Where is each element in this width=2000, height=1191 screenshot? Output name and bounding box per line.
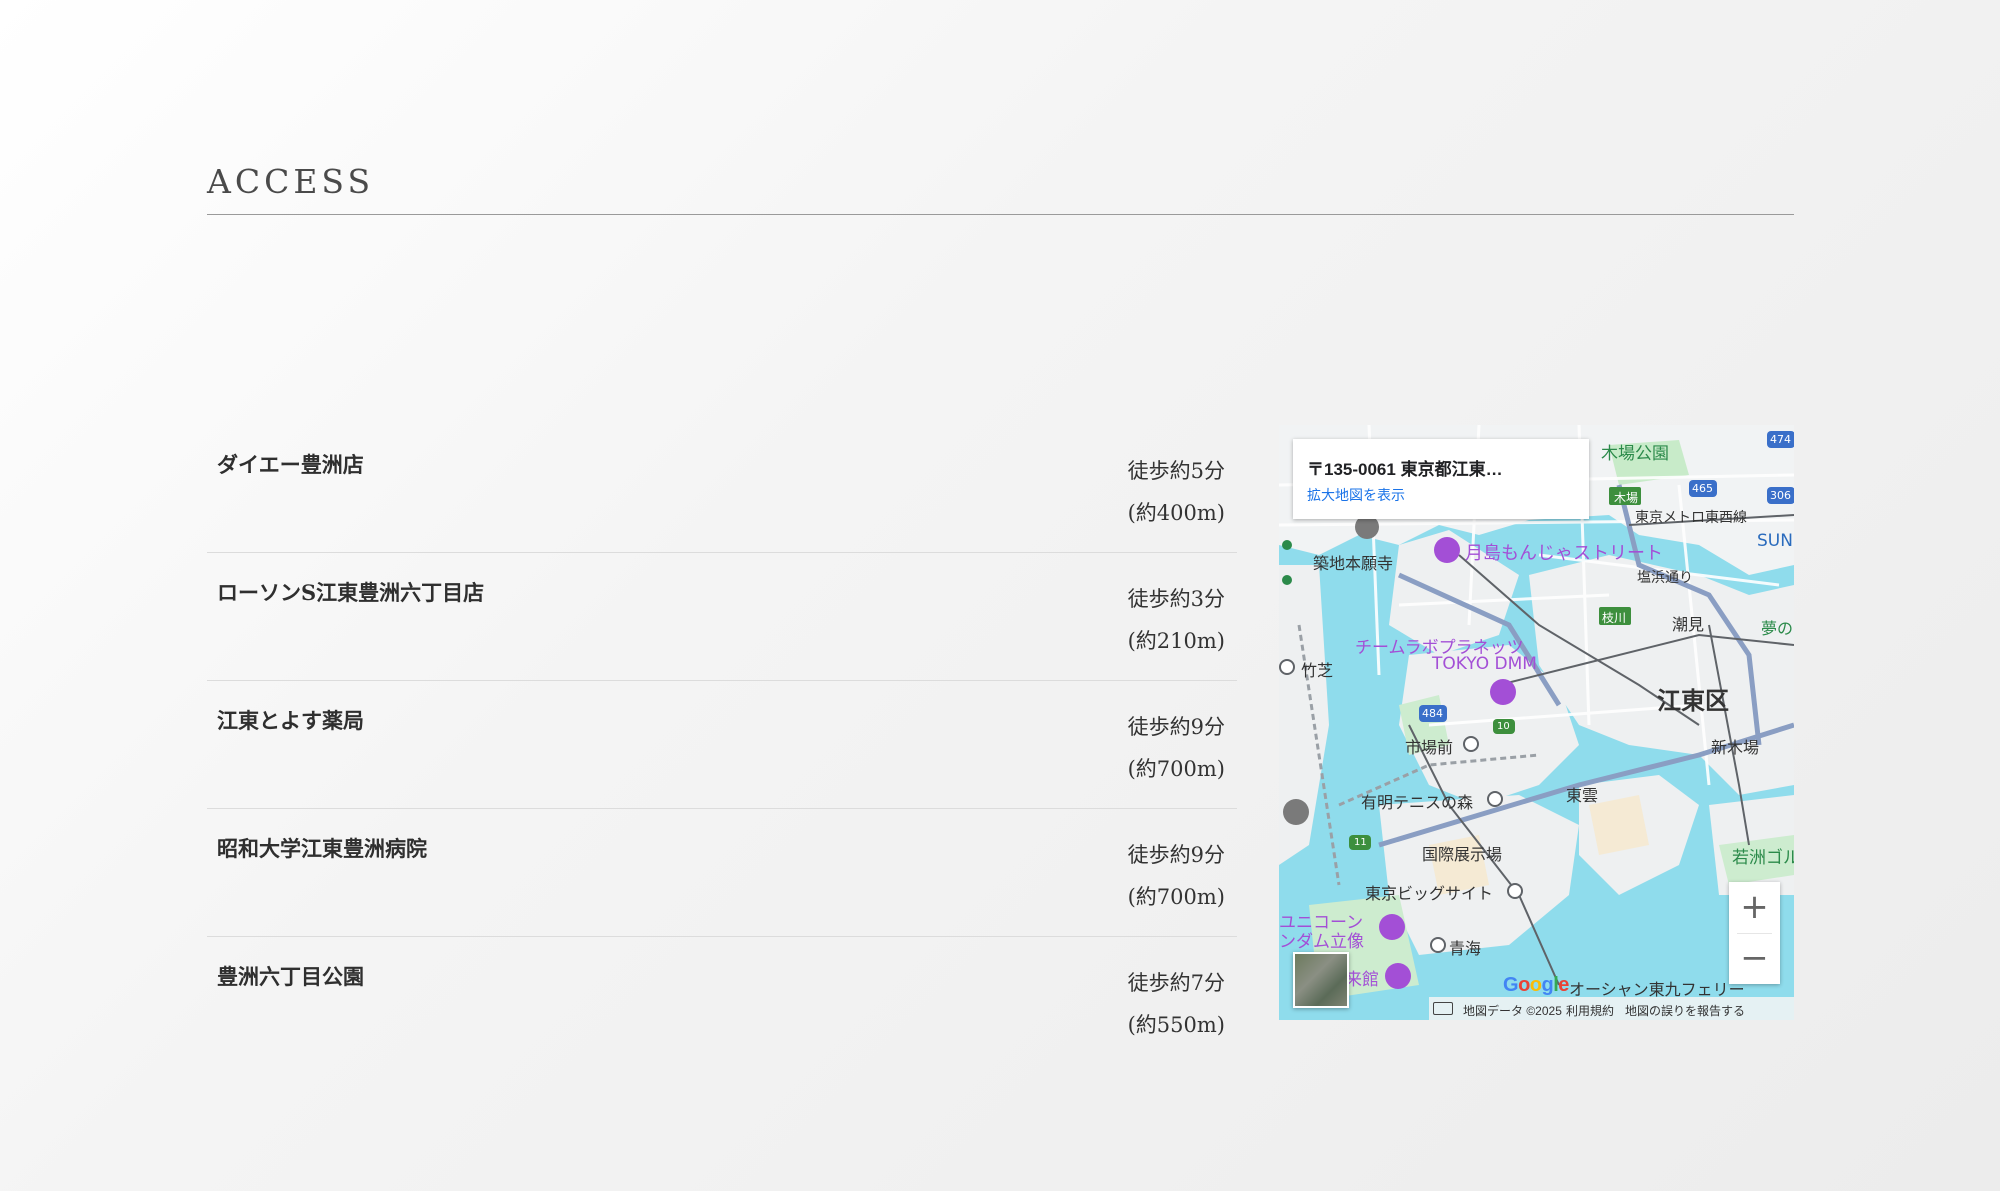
satellite-layer-toggle[interactable] <box>1293 952 1349 1008</box>
zoom-out-button[interactable]: − <box>1729 933 1780 984</box>
place-name: ローソンS江東豊洲六丁目店 <box>217 580 485 605</box>
access-list: ダイエー豊洲店 徒歩約5分 (約400m) ローソンS江東豊洲六丁目店 徒歩約3… <box>207 425 1237 1065</box>
route-shield: 474 <box>1770 433 1791 446</box>
place-name: ダイエー豊洲店 <box>217 452 364 477</box>
map-label: 夢の <box>1761 619 1794 638</box>
view-larger-map-link[interactable]: 拡大地図を表示 <box>1307 485 1405 505</box>
walk-time: 徒歩約3分 <box>1127 587 1225 611</box>
walk-time: 徒歩約7分 <box>1127 971 1225 995</box>
map-label: 木場 <box>1614 491 1639 505</box>
map-label: TOKYO DMM <box>1432 654 1537 674</box>
google-logo-letter: g <box>1541 974 1554 996</box>
map-footer: 地図データ ©2025 利用規約 地図の誤りを報告する <box>1429 997 1794 1020</box>
walk-info: 徒歩約5分 (約400m) <box>1128 450 1225 534</box>
place-name: 豊洲六丁目公園 <box>217 964 364 989</box>
map-label: 新木場 <box>1711 738 1760 757</box>
walk-info: 徒歩約9分 (約700m) <box>1128 834 1225 918</box>
walk-distance: (約400m) <box>1127 501 1225 525</box>
list-item: 豊洲六丁目公園 徒歩約7分 (約550m) <box>207 937 1237 1065</box>
walk-time: 徒歩約9分 <box>1127 715 1225 739</box>
walk-info: 徒歩約7分 (約550m) <box>1128 962 1225 1046</box>
route-shield: 10 <box>1497 721 1510 732</box>
terms-link[interactable]: 利用規約 <box>1566 1002 1614 1019</box>
walk-time: 徒歩約9分 <box>1127 843 1225 867</box>
list-item: ダイエー豊洲店 徒歩約5分 (約400m) <box>207 425 1237 553</box>
report-error-link[interactable]: 地図の誤りを報告する <box>1625 1002 1745 1019</box>
list-item: ローソンS江東豊洲六丁目店 徒歩約3分 (約210m) <box>207 553 1237 681</box>
list-item: 江東とよす薬局 徒歩約9分 (約700m) <box>207 681 1237 809</box>
title-divider <box>207 214 1794 215</box>
walk-distance: (約700m) <box>1127 885 1225 909</box>
map-data-attribution: 地図データ ©2025 <box>1463 1004 1562 1018</box>
map-label: 若洲ゴル <box>1732 848 1794 868</box>
walk-time: 徒歩約5分 <box>1127 459 1225 483</box>
map-label: 竹芝 <box>1301 661 1334 680</box>
zoom-in-button[interactable]: + <box>1729 882 1780 933</box>
map-label: 青海 <box>1449 939 1482 958</box>
place-name: 江東とよす薬局 <box>217 708 364 733</box>
list-item: 昭和大学江東豊洲病院 徒歩約9分 (約700m) <box>207 809 1237 937</box>
map-label: 東京ビッグサイト <box>1365 884 1494 903</box>
map-label: 木場公園 <box>1601 444 1669 464</box>
google-logo-letter: G <box>1503 974 1519 996</box>
route-shield: 484 <box>1422 707 1443 720</box>
route-shield: 465 <box>1692 482 1713 495</box>
google-logo-letter: e <box>1558 974 1569 996</box>
map-label: 東京メトロ東西線 <box>1635 510 1747 526</box>
map-label: 市場前 <box>1405 738 1454 757</box>
map-address: 〒135-0061 東京都江東… <box>1307 460 1503 479</box>
walk-distance: (約550m) <box>1127 1013 1225 1037</box>
embedded-map[interactable]: 木場公園 木場 東京メトロ東西線 築地本願寺 月島もんじゃストリート 塩浜通り … <box>1279 425 1794 1020</box>
map-label: 江東区 <box>1657 687 1729 715</box>
route-shield: 11 <box>1354 837 1367 848</box>
map-label: 月島もんじゃストリート <box>1465 543 1663 564</box>
google-logo: Google <box>1503 974 1569 997</box>
map-label: 国際展示場 <box>1422 845 1503 864</box>
section-title: ACCESS <box>207 162 375 201</box>
map-label: 来館 <box>1345 970 1379 990</box>
keyboard-icon[interactable] <box>1433 1002 1453 1015</box>
walk-info: 徒歩約9分 (約700m) <box>1128 706 1225 790</box>
place-name: 昭和大学江東豊洲病院 <box>217 836 427 861</box>
walk-distance: (約210m) <box>1127 629 1225 653</box>
walk-info: 徒歩約3分 (約210m) <box>1128 578 1225 662</box>
route-shield: 306 <box>1770 489 1791 502</box>
map-label: 潮見 <box>1672 615 1705 634</box>
map-label: 築地本願寺 <box>1313 554 1394 573</box>
map-label: 東雲 <box>1566 786 1599 805</box>
google-logo-letter: o <box>1529 974 1542 996</box>
map-label: 枝川 <box>1602 611 1627 625</box>
google-logo-letter: o <box>1518 974 1530 996</box>
map-label: SUN <box>1757 531 1793 551</box>
walk-distance: (約700m) <box>1127 757 1225 781</box>
map-label: 塩浜通り <box>1637 570 1693 586</box>
zoom-controls: + − <box>1729 882 1780 984</box>
map-info-card: 〒135-0061 東京都江東… 拡大地図を表示 <box>1293 439 1589 519</box>
map-label: ンダム立像 <box>1279 932 1364 952</box>
map-label: 有明テニスの森 <box>1361 793 1474 812</box>
